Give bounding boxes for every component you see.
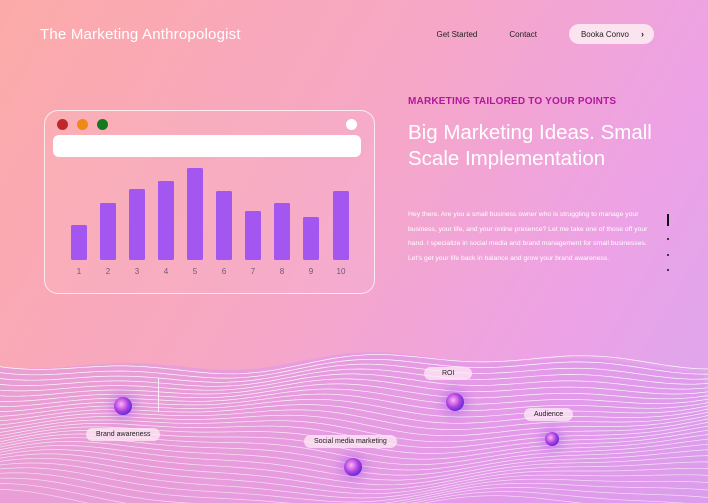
chart-bar-9: [303, 217, 319, 260]
nav-contact[interactable]: Contact: [509, 30, 537, 39]
chart-bar-8: [274, 203, 290, 260]
scroll-indicator-dot[interactable]: [667, 238, 669, 240]
chart-tick-label: 8: [280, 267, 285, 276]
chart-bar-2: [100, 203, 116, 260]
scroll-indicator-active[interactable]: [667, 214, 669, 226]
chart-tick-label: 3: [135, 267, 140, 276]
hero-headline: Big Marketing Ideas. Small Scale Impleme…: [408, 121, 652, 170]
connector-line: [158, 378, 159, 412]
browser-mockup: 1 2 3 4 5 6 7 8 9 10: [44, 110, 375, 294]
chart-bar-10: [333, 191, 349, 260]
glow-orb: [545, 432, 559, 446]
scroll-indicator-dot[interactable]: [667, 254, 669, 256]
hero-body: Hey there. Are you a small business owne…: [408, 211, 648, 262]
top-nav: Get Started Contact Booka Convo ›: [436, 24, 654, 44]
feature-label-roi: ROI: [424, 367, 473, 380]
chart-bar-7: [245, 211, 261, 260]
chart-tick-label: 7: [251, 267, 256, 276]
chart-bar-1: [71, 225, 87, 260]
glow-orb: [446, 393, 464, 411]
chart-tick-label: 4: [164, 267, 169, 276]
chevron-right-icon: ›: [641, 29, 644, 39]
chart-bar-5: [187, 168, 203, 260]
book-convo-label: Booka Convo: [580, 29, 629, 39]
bar-chart: 1 2 3 4 5 6 7 8 9 10: [71, 168, 349, 276]
hero-eyebrow: MARKETING TAILORED TO YOUR POINTS: [408, 96, 617, 107]
chart-bar-3: [129, 189, 145, 260]
chart-tick-label: 6: [222, 267, 227, 276]
glow-orb: [114, 397, 132, 415]
wave-lines-decoration: [0, 352, 708, 503]
nav-get-started[interactable]: Get Started: [436, 30, 477, 39]
chart-tick-label: 5: [193, 267, 198, 276]
feature-label-social-media: Social media marketing: [304, 435, 397, 448]
brand-logo[interactable]: The Marketing Anthropologist: [40, 26, 241, 43]
book-convo-button[interactable]: Booka Convo ›: [568, 24, 654, 44]
feature-label-audience: Audience: [524, 408, 574, 421]
scroll-indicator-dot[interactable]: [667, 269, 669, 271]
glow-orb: [344, 458, 362, 476]
chart-bar-6: [216, 191, 232, 260]
chart-bar-4: [158, 181, 174, 260]
chart-tick-label: 10: [337, 267, 346, 276]
chart-tick-label: 2: [106, 267, 111, 276]
chart-tick-label: 9: [309, 267, 314, 276]
chart-tick-label: 1: [77, 267, 82, 276]
feature-label-brand-awareness: Brand awareness: [86, 428, 161, 441]
